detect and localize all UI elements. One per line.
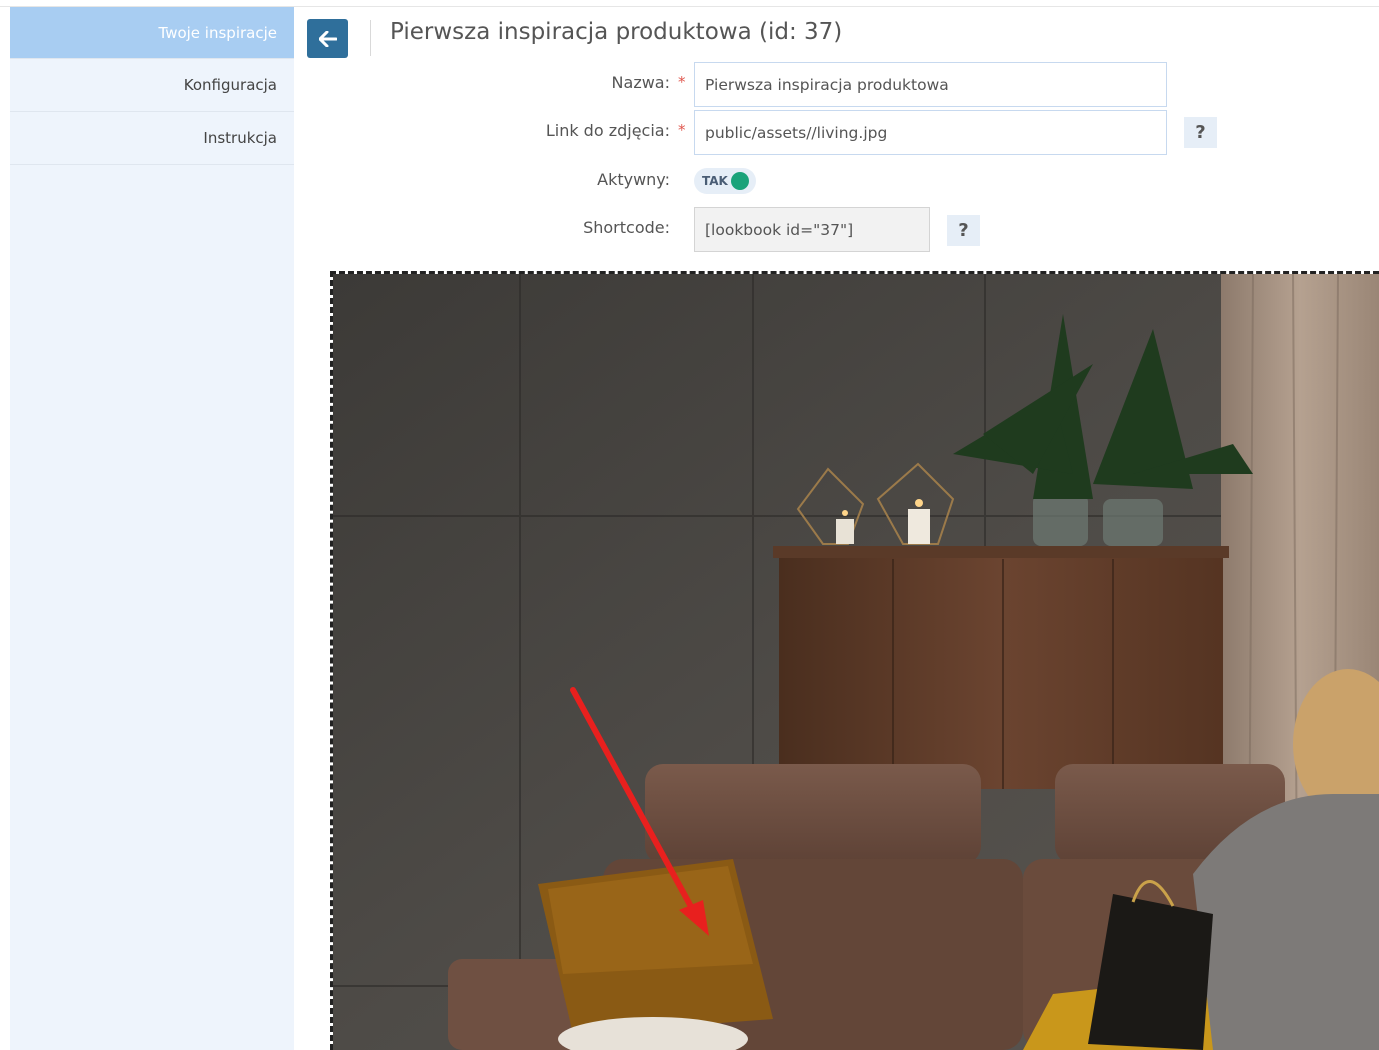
arrow-left-icon — [318, 30, 337, 47]
lookbook-image-canvas[interactable] — [330, 271, 1379, 1050]
sidebar-item-konfiguracja[interactable]: Konfiguracja — [10, 59, 294, 112]
sidebar-item-label: Twoje inspiracje — [158, 23, 277, 42]
toggle-knob — [731, 172, 749, 190]
name-label: Nazwa: — [611, 73, 670, 92]
back-button[interactable] — [307, 19, 348, 58]
sidebar-item-label: Konfiguracja — [183, 76, 277, 94]
required-mark: * — [678, 73, 686, 91]
toggle-text: TAK — [702, 174, 728, 188]
shortcode-input[interactable] — [694, 207, 930, 252]
header-divider — [370, 20, 371, 56]
active-label: Aktywny: — [597, 170, 670, 189]
image-link-input[interactable] — [694, 110, 1167, 155]
required-mark: * — [678, 121, 686, 139]
shortcode-label: Shortcode: — [583, 218, 670, 237]
name-input[interactable] — [694, 62, 1167, 107]
sidebar-item-label: Instrukcja — [203, 129, 277, 147]
sidebar-item-twoje-inspiracje[interactable]: Twoje inspiracje — [10, 7, 294, 59]
active-toggle[interactable]: TAK — [694, 168, 756, 194]
image-link-help-button[interactable]: ? — [1184, 117, 1217, 148]
image-link-label: Link do zdjęcia: — [545, 121, 670, 140]
sidebar-item-instrukcja[interactable]: Instrukcja — [10, 112, 294, 165]
shortcode-help-button[interactable]: ? — [947, 215, 980, 246]
sidebar: Twoje inspiracje Konfiguracja Instrukcja — [10, 7, 294, 1050]
page-title: Pierwsza inspiracja produktowa (id: 37) — [390, 19, 843, 45]
living-room-photo — [333, 274, 1379, 1050]
